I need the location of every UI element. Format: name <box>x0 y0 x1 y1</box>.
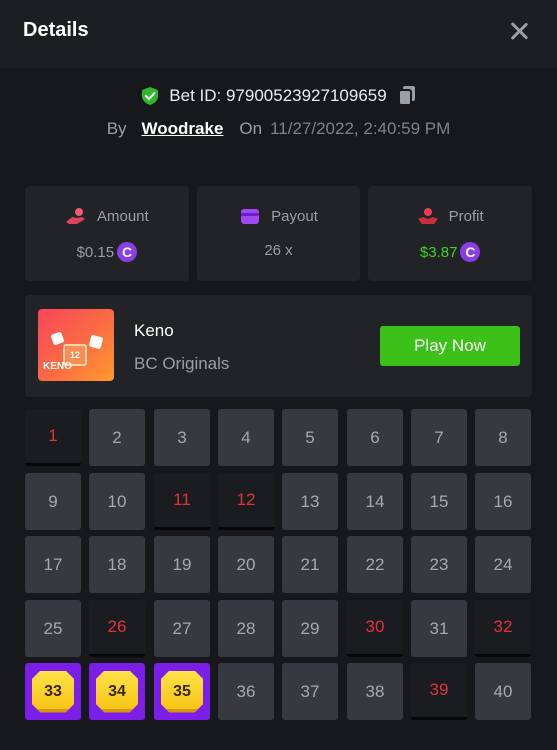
keno-thumbnail[interactable]: 12 KENO <box>38 309 114 381</box>
payout-card: Payout 26 x <box>196 186 361 281</box>
game-card: 12 KENO Keno BC Originals Play Now <box>25 295 532 397</box>
dice-icon <box>88 334 104 350</box>
keno-cell-11: 11 <box>154 473 210 530</box>
on-label: On <box>239 119 263 138</box>
keno-cell-17: 17 <box>25 536 81 593</box>
thumb-label: KENO <box>43 361 72 372</box>
keno-cell-27: 27 <box>154 600 210 657</box>
coin-icon: C <box>460 242 481 262</box>
keno-cell-7: 7 <box>411 409 467 466</box>
keno-cell-19: 19 <box>154 536 210 593</box>
keno-cell-39: 39 <box>411 663 467 720</box>
keno-cell-13: 13 <box>282 473 338 530</box>
bet-meta-row: By Woodrake On 11/27/2022, 2:40:59 PM <box>0 118 557 140</box>
profit-hand-icon <box>417 208 438 224</box>
amount-label: Amount <box>96 207 149 225</box>
keno-cell-3: 3 <box>154 409 210 466</box>
keno-cell-25: 25 <box>25 600 81 657</box>
keno-cell-1: 1 <box>25 409 81 466</box>
bet-id: Bet ID: 97900523927109659 <box>169 86 387 105</box>
keno-cell-2: 2 <box>89 409 145 466</box>
bet-id-row: Bet ID: 97900523927109659 <box>0 84 557 108</box>
profit-value: $3.87 <box>419 243 458 261</box>
keno-cell-12: 12 <box>218 473 274 530</box>
keno-cell-8: 8 <box>475 409 531 466</box>
gem-icon: 35 <box>161 670 203 713</box>
gem-icon: 33 <box>32 670 74 713</box>
keno-cell-24: 24 <box>475 536 531 593</box>
page-title: Details <box>23 19 89 41</box>
dice-icon <box>50 331 65 346</box>
payout-value: 26 x <box>264 242 293 259</box>
username-link[interactable]: Woodrake <box>142 119 224 139</box>
keno-cell-37: 37 <box>282 663 338 720</box>
keno-cell-5: 5 <box>282 409 338 466</box>
keno-cell-33: 33 <box>25 663 81 720</box>
gem-icon: 34 <box>96 670 138 713</box>
keno-cell-31: 31 <box>411 600 467 657</box>
wallet-icon <box>241 209 260 224</box>
bet-datetime: 11/27/2022, 2:40:59 PM <box>270 119 451 138</box>
keno-cell-6: 6 <box>347 409 403 466</box>
keno-cell-29: 29 <box>282 600 338 657</box>
keno-cell-18: 18 <box>89 536 145 593</box>
profit-card: Profit $3.87 C <box>368 186 533 281</box>
game-subtitle: BC Originals <box>134 354 230 373</box>
profit-label: Profit <box>448 207 484 225</box>
keno-cell-16: 16 <box>475 473 531 530</box>
keno-cell-40: 40 <box>475 663 531 720</box>
shield-check-icon <box>142 87 159 105</box>
keno-cell-28: 28 <box>218 600 274 657</box>
keno-cell-38: 38 <box>347 663 403 720</box>
close-icon[interactable] <box>506 18 532 44</box>
keno-cell-15: 15 <box>411 473 467 530</box>
by-label: By <box>106 119 127 138</box>
keno-cell-32: 32 <box>475 600 531 657</box>
coin-icon: C <box>117 242 138 262</box>
keno-cell-30: 30 <box>347 600 403 657</box>
keno-cell-20: 20 <box>218 536 274 593</box>
keno-cell-36: 36 <box>218 663 274 720</box>
bet-stats: Amount $0.15 C Payout 26 x Profit $3.87 … <box>25 186 533 281</box>
amount-value: $0.15 <box>76 243 115 261</box>
amount-card: Amount $0.15 C <box>25 186 189 281</box>
keno-cell-35: 35 <box>154 663 210 720</box>
keno-cell-21: 21 <box>282 536 338 593</box>
payout-label: Payout <box>271 207 318 225</box>
keno-cell-4: 4 <box>218 409 274 466</box>
details-header: Details <box>0 0 557 68</box>
keno-cell-22: 22 <box>347 536 403 593</box>
keno-cell-14: 14 <box>347 473 403 530</box>
copy-icon[interactable] <box>397 85 417 107</box>
hand-coins-icon <box>65 208 85 224</box>
keno-cell-26: 26 <box>89 600 145 657</box>
play-now-button[interactable]: Play Now <box>380 326 520 366</box>
keno-cell-10: 10 <box>89 473 145 530</box>
keno-cell-34: 34 <box>89 663 145 720</box>
keno-cell-23: 23 <box>411 536 467 593</box>
keno-cell-9: 9 <box>25 473 81 530</box>
game-name: Keno <box>134 321 174 340</box>
